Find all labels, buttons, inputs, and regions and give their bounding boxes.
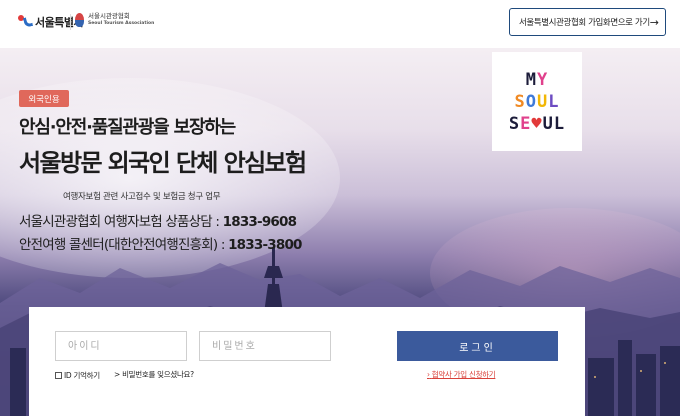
join-association-button[interactable]: 서울특별시관광협회 가입화면으로 가기 → (509, 8, 666, 36)
logo-divider (70, 14, 71, 30)
my-soul-seoul-logo: MY SOUL SE♥UL (492, 52, 582, 151)
password-input[interactable] (199, 331, 331, 361)
contact-insurance-consult: 서울시관광협회 여행자보험 상품상담 : 1833-9608 (19, 210, 297, 230)
remember-id-checkbox[interactable]: ID 기억하기 (55, 370, 100, 381)
checkbox-icon[interactable] (55, 372, 62, 379)
logo-row-seoul: SE♥UL (508, 113, 566, 134)
contact-number: 1833-9608 (222, 214, 297, 230)
page-title: 서울방문 외국인 단체 안심보험 (19, 149, 307, 177)
seoul-city-logo[interactable]: 서울특별시 (18, 14, 84, 30)
contact-number: 1833-3800 (228, 237, 302, 253)
association-name-en: Seoul Tourism Association (88, 21, 155, 26)
login-panel: 로그인 ID 기억하기 > 비밀번호를 잊으셨나요? › 협약사 가입 신청하기 (29, 307, 585, 416)
contact-safety-callcenter: 안전여행 콜센터(대한안전여행진흥회) : 1833-3800 (19, 233, 302, 253)
hero-subtitle: 안심·안전·품질관광을 보장하는 (19, 117, 236, 138)
association-name-ko: 서울시관광협회 (88, 12, 130, 20)
login-button[interactable]: 로그인 (397, 331, 558, 361)
foreigner-badge: 외국인용 (19, 90, 69, 107)
logo-row-my: MY (525, 69, 549, 90)
id-input[interactable] (55, 331, 187, 361)
remember-id-label: ID 기억하기 (64, 371, 100, 380)
association-emblem-icon (75, 12, 84, 27)
contact-label: 안전여행 콜센터(대한안전여행진흥회) : (19, 237, 229, 253)
apply-link-label: 협약사 가입 신청하기 (431, 370, 496, 379)
join-button-label: 서울특별시관광협회 가입화면으로 가기 (519, 18, 650, 28)
bullet-icon: › (427, 370, 430, 379)
service-caption: 여행자보험 관련 사고접수 및 보험금 청구 업무 (63, 192, 221, 202)
contact-label: 서울시관광협회 여행자보험 상품상담 : (19, 214, 223, 230)
seoul-tourism-association-logo[interactable]: 서울시관광협회 Seoul Tourism Association (75, 12, 154, 27)
seoul-logo-icon (18, 15, 34, 29)
association-logo-text: 서울시관광협회 Seoul Tourism Association (88, 12, 154, 27)
logo-row-soul: SOUL (514, 91, 560, 112)
apply-partner-link[interactable]: › 협약사 가입 신청하기 (427, 369, 496, 380)
hero-banner: 외국인용 안심·안전·품질관광을 보장하는 서울방문 외국인 단체 안심보험 여… (0, 48, 680, 416)
arrow-right-icon: → (649, 15, 659, 29)
header: 서울특별시 서울시관광협회 Seoul Tourism Association … (0, 0, 680, 48)
forgot-password-link[interactable]: > 비밀번호를 잊으셨나요? (114, 369, 194, 380)
